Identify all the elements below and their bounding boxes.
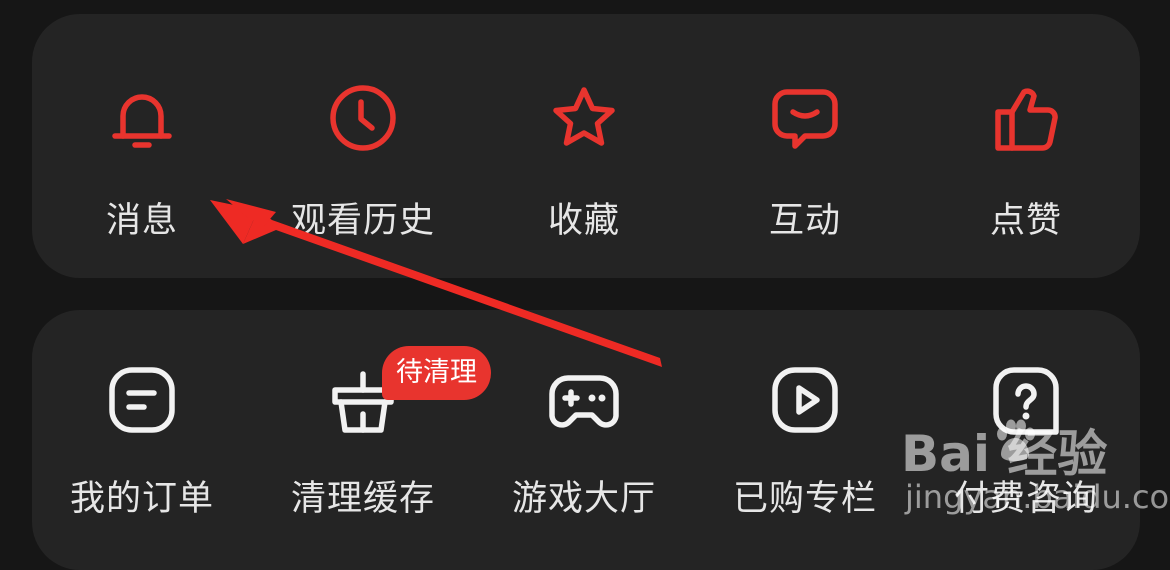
menu-item-label: 消息 (105, 201, 178, 241)
menu-item-label: 观看历史 (290, 201, 435, 241)
order-icon (102, 360, 182, 440)
menu-item-label: 互动 (768, 201, 841, 241)
pending-cleanup-badge: 待清理 (382, 346, 491, 400)
primary-menu-card: 消息 观看历史 收藏 互动 点赞 (32, 14, 1140, 278)
menu-item-label: 游戏大厅 (511, 479, 656, 519)
menu-item-label: 我的订单 (69, 479, 214, 519)
menu-item-paid-consultation[interactable]: 付费咨询 (916, 360, 1136, 570)
play-icon (765, 360, 845, 440)
menu-item-interactions[interactable]: 互动 (695, 78, 915, 288)
menu-item-game-hall[interactable]: 游戏大厅 (474, 360, 694, 570)
menu-item-likes[interactable]: 点赞 (916, 78, 1136, 288)
clock-icon (323, 78, 403, 158)
bell-icon (102, 78, 182, 158)
menu-item-label: 点赞 (989, 201, 1062, 241)
menu-item-label: 收藏 (547, 201, 620, 241)
menu-item-messages[interactable]: 消息 (32, 78, 252, 288)
question-icon (986, 360, 1066, 440)
secondary-menu-card: 我的订单 清理缓存 游戏大厅 已购专栏 付费咨询 待清理 (32, 310, 1140, 570)
chat-bubble-icon (765, 78, 845, 158)
star-icon (544, 78, 624, 158)
gamepad-icon (544, 360, 624, 440)
menu-item-label: 清理缓存 (290, 479, 435, 519)
menu-item-my-orders[interactable]: 我的订单 (32, 360, 252, 570)
menu-item-label: 已购专栏 (732, 479, 877, 519)
menu-item-label: 付费咨询 (953, 479, 1098, 519)
menu-item-favorites[interactable]: 收藏 (474, 78, 694, 288)
thumbs-up-icon (986, 78, 1066, 158)
menu-item-watch-history[interactable]: 观看历史 (253, 78, 473, 288)
menu-item-purchased-columns[interactable]: 已购专栏 (695, 360, 915, 570)
